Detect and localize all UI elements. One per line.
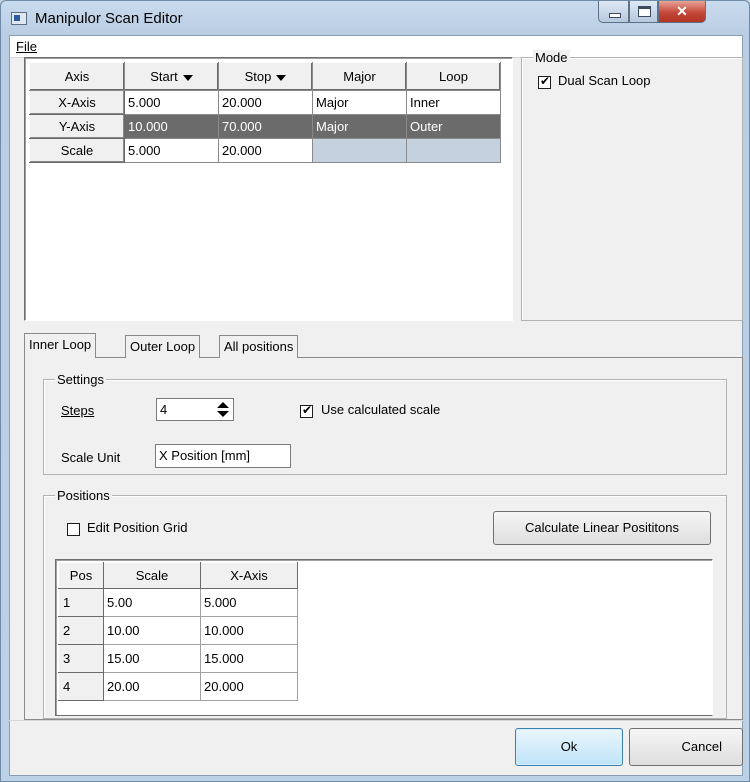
- axis-row-scale[interactable]: Scale 5.000 20.000: [29, 138, 501, 163]
- settings-group: [43, 379, 727, 475]
- minimize-button[interactable]: [598, 1, 629, 23]
- scale-unit-label: Scale Unit: [61, 450, 121, 465]
- settings-group-label: Settings: [55, 372, 106, 387]
- scale-cell[interactable]: 10.00: [103, 616, 201, 645]
- tab-outer-loop[interactable]: Outer Loop: [125, 335, 201, 358]
- table-row[interactable]: 2 10.00 10.000: [58, 616, 298, 645]
- calculate-linear-positions-button[interactable]: Calculate Linear Posititons: [493, 511, 711, 545]
- axis-grid[interactable]: Axis Start Stop Major Loop X-Axis 5.000 …: [24, 57, 513, 321]
- cancel-button[interactable]: Cancel: [629, 728, 743, 766]
- positions-header-row: Pos Scale X-Axis: [58, 562, 298, 589]
- cell-x-stop[interactable]: 20.000: [218, 90, 313, 115]
- use-calculated-scale-label[interactable]: Use calculated scale: [321, 402, 440, 417]
- pos-cell[interactable]: 1: [58, 588, 104, 617]
- positions-table: Pos Scale X-Axis 1 5.00 5.000 2 10.00 10…: [58, 562, 298, 701]
- menu-file-label: File: [16, 39, 37, 54]
- cell-scale-loop[interactable]: [406, 138, 501, 163]
- edit-position-grid-checkbox[interactable]: [67, 523, 80, 536]
- scale-cell[interactable]: 5.00: [103, 588, 201, 617]
- menu-bar: File: [10, 36, 742, 58]
- column-header-stop[interactable]: Stop: [218, 62, 313, 91]
- pos-cell[interactable]: 2: [58, 616, 104, 645]
- menu-file[interactable]: File: [16, 39, 37, 54]
- x-axis-cell[interactable]: 15.000: [200, 644, 298, 673]
- maximize-button[interactable]: [629, 1, 658, 23]
- axis-header-row: Axis Start Stop Major Loop: [29, 62, 501, 91]
- cell-x-major[interactable]: Major: [312, 90, 407, 115]
- title-bar[interactable]: Manipulor Scan Editor ✕: [1, 1, 750, 35]
- x-axis-cell[interactable]: 20.000: [200, 672, 298, 701]
- column-header-stop-label: Stop: [244, 69, 272, 84]
- pos-cell[interactable]: 4: [58, 672, 104, 701]
- positions-group-label: Positions: [55, 488, 112, 503]
- tab-inner-loop[interactable]: Inner Loop: [24, 333, 97, 358]
- tab-all-positions[interactable]: All positions: [219, 335, 299, 358]
- axis-table: Axis Start Stop Major Loop X-Axis 5.000 …: [29, 62, 501, 163]
- dual-scan-loop-label[interactable]: Dual Scan Loop: [558, 73, 651, 88]
- pos-cell[interactable]: 3: [58, 644, 104, 673]
- mode-group-label: Mode: [533, 50, 570, 65]
- minimize-icon: [609, 13, 621, 18]
- window-title: Manipulor Scan Editor: [35, 10, 183, 27]
- x-axis-cell[interactable]: 5.000: [200, 588, 298, 617]
- cell-x-start[interactable]: 5.000: [124, 90, 219, 115]
- column-header-x-axis[interactable]: X-Axis: [200, 562, 298, 589]
- table-row[interactable]: 3 15.00 15.000: [58, 644, 298, 673]
- cell-y-loop[interactable]: Outer: [406, 114, 501, 139]
- use-calculated-scale-checkbox[interactable]: [300, 403, 313, 418]
- spin-down-icon[interactable]: [217, 411, 229, 417]
- spin-up-icon[interactable]: [217, 402, 229, 408]
- divider: [9, 720, 743, 721]
- app-icon: [11, 12, 27, 25]
- axis-row-x[interactable]: X-Axis 5.000 20.000 Major Inner: [29, 90, 501, 115]
- column-header-loop[interactable]: Loop: [406, 62, 501, 91]
- scale-cell[interactable]: 20.00: [103, 672, 201, 701]
- mode-group: [521, 57, 743, 321]
- column-header-start-label: Start: [150, 69, 178, 84]
- cell-scale-stop[interactable]: 20.000: [218, 138, 313, 163]
- row-header-scale[interactable]: Scale: [29, 138, 125, 163]
- row-header-y-axis[interactable]: Y-Axis: [29, 114, 125, 139]
- window-frame: Manipulor Scan Editor ✕ File Axis Start …: [0, 0, 750, 782]
- cell-x-loop[interactable]: Inner: [406, 90, 501, 115]
- sort-arrow-icon: [182, 74, 193, 81]
- column-header-pos[interactable]: Pos: [58, 562, 104, 589]
- edit-position-grid-label[interactable]: Edit Position Grid: [87, 520, 187, 535]
- axis-row-y[interactable]: Y-Axis 10.000 70.000 Major Outer: [29, 114, 501, 139]
- maximize-icon: [638, 6, 651, 17]
- column-header-start[interactable]: Start: [124, 62, 219, 91]
- sort-arrow-icon: [276, 74, 287, 81]
- cell-scale-major[interactable]: [312, 138, 407, 163]
- close-button[interactable]: ✕: [658, 1, 706, 23]
- close-icon: ✕: [676, 3, 688, 19]
- cell-y-major[interactable]: Major: [312, 114, 407, 139]
- cell-y-stop[interactable]: 70.000: [218, 114, 313, 139]
- steps-label: Steps: [61, 403, 95, 418]
- scale-unit-input[interactable]: X Position [mm]: [155, 444, 291, 468]
- ok-button[interactable]: Ok: [515, 728, 623, 766]
- column-header-scale[interactable]: Scale: [103, 562, 201, 589]
- column-header-major[interactable]: Major: [312, 62, 407, 91]
- steps-spinner[interactable]: 4: [156, 398, 234, 421]
- column-header-axis[interactable]: Axis: [29, 62, 125, 91]
- table-row[interactable]: 4 20.00 20.000: [58, 672, 298, 701]
- row-header-x-axis[interactable]: X-Axis: [29, 90, 125, 115]
- positions-grid[interactable]: Pos Scale X-Axis 1 5.00 5.000 2 10.00 10…: [55, 559, 713, 716]
- dual-scan-loop-checkbox[interactable]: [538, 74, 551, 89]
- steps-value: 4: [160, 402, 168, 417]
- x-axis-cell[interactable]: 10.000: [200, 616, 298, 645]
- cell-scale-start[interactable]: 5.000: [124, 138, 219, 163]
- cell-y-start[interactable]: 10.000: [124, 114, 219, 139]
- table-row[interactable]: 1 5.00 5.000: [58, 588, 298, 617]
- scale-cell[interactable]: 15.00: [103, 644, 201, 673]
